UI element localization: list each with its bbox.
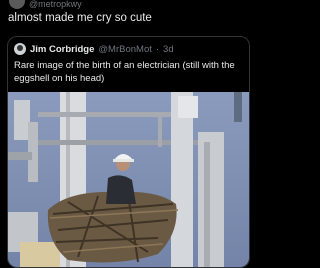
quoted-author-name[interactable]: Jim Corbridge [30, 44, 94, 55]
quoted-tweet[interactable]: Jim Corbridge @MrBonMot · 3d Rare image … [7, 36, 250, 268]
top-author-row[interactable]: @metropkwy [9, 0, 82, 9]
avatar[interactable] [9, 0, 25, 9]
quoted-tweet-text: Rare image of the birth of an electricia… [14, 60, 235, 84]
dot-separator: · [155, 43, 160, 55]
quoted-author-handle[interactable]: @MrBonMot [98, 44, 151, 55]
quoted-photo[interactable] [8, 92, 249, 267]
author-handle[interactable]: @metropkwy [29, 0, 82, 9]
quoted-timestamp[interactable]: 3d [163, 44, 174, 55]
quoted-avatar[interactable] [14, 43, 26, 55]
post-text: almost made me cry so cute [8, 12, 152, 24]
quoted-tweet-header: Jim Corbridge @MrBonMot · 3d [14, 43, 174, 55]
tower-nest-photo [8, 92, 249, 267]
